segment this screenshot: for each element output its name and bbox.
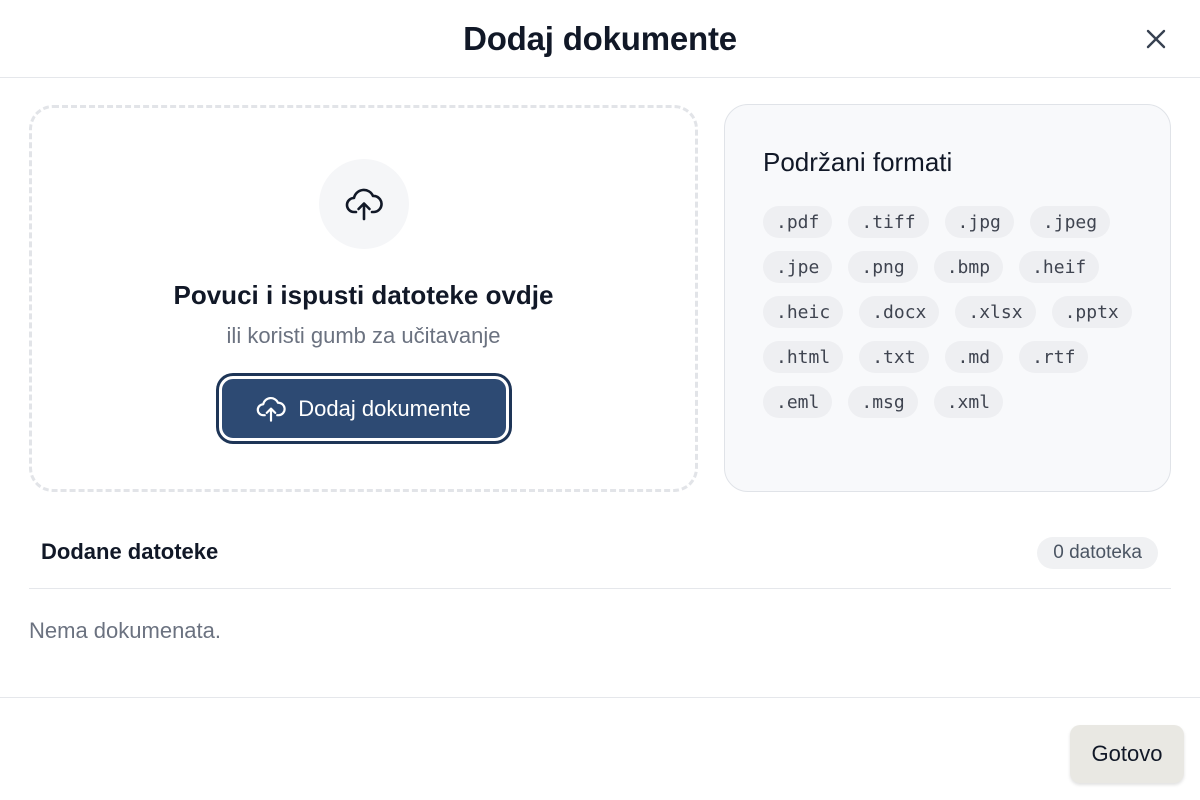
format-chip: .heif [1019, 251, 1100, 283]
format-chip: .pdf [763, 206, 833, 238]
format-chip: .xml [933, 386, 1004, 418]
format-chip: .xlsx [955, 296, 1036, 328]
format-chip: .png [848, 251, 918, 283]
add-documents-button-label: Dodaj dokumente [298, 395, 471, 421]
empty-files-message: Nema dokumenata. [29, 618, 221, 643]
done-button[interactable]: Gotovo [1070, 725, 1184, 783]
format-chip: .msg [848, 386, 918, 418]
add-documents-button[interactable]: Dodaj dokumente [218, 376, 509, 441]
format-chip: .rtf [1019, 341, 1089, 373]
cloud-upload-icon [345, 188, 383, 221]
format-chip: .html [763, 341, 844, 373]
format-chip: .txt [859, 341, 929, 373]
upload-icon-container [318, 159, 409, 249]
dropzone-title: Povuci i ispusti datoteke ovdje [173, 280, 554, 310]
format-chip-list: .pdf .tiff .jpg .jpeg .jpe .png .bmp .he… [763, 206, 1143, 418]
add-documents-modal: Dodaj dokumente Povuci i ispusti datotek… [0, 0, 1200, 800]
format-chip: .docx [859, 296, 940, 328]
format-chip: .eml [763, 386, 833, 418]
close-icon [1146, 29, 1166, 49]
format-chip: .tiff [848, 206, 929, 238]
format-chip: .pptx [1051, 296, 1132, 328]
cloud-upload-icon [257, 396, 286, 422]
dropzone-subtitle: ili koristi gumb za učitavanje [226, 323, 501, 348]
format-chip: .jpe [763, 251, 833, 283]
format-chip: .heic [763, 296, 844, 328]
format-chip: .md [944, 341, 1004, 373]
footer-divider [0, 697, 1200, 698]
format-chip: .jpg [944, 206, 1014, 238]
supported-formats-panel: Podržani formati .pdf .tiff .jpg .jpeg .… [724, 104, 1171, 492]
format-chip: .bmp [933, 251, 1004, 283]
close-button[interactable] [1138, 21, 1174, 57]
modal-header: Dodaj dokumente [0, 0, 1200, 78]
file-count-badge: 0 datoteka [1037, 537, 1158, 569]
files-divider [29, 588, 1171, 589]
added-files-title: Dodane datoteke [41, 539, 219, 564]
modal-title: Dodaj dokumente [463, 19, 737, 57]
formats-title: Podržani formati [763, 147, 953, 177]
format-chip: .jpeg [1029, 206, 1111, 238]
file-dropzone[interactable]: Povuci i ispusti datoteke ovdje ili kori… [29, 105, 698, 492]
